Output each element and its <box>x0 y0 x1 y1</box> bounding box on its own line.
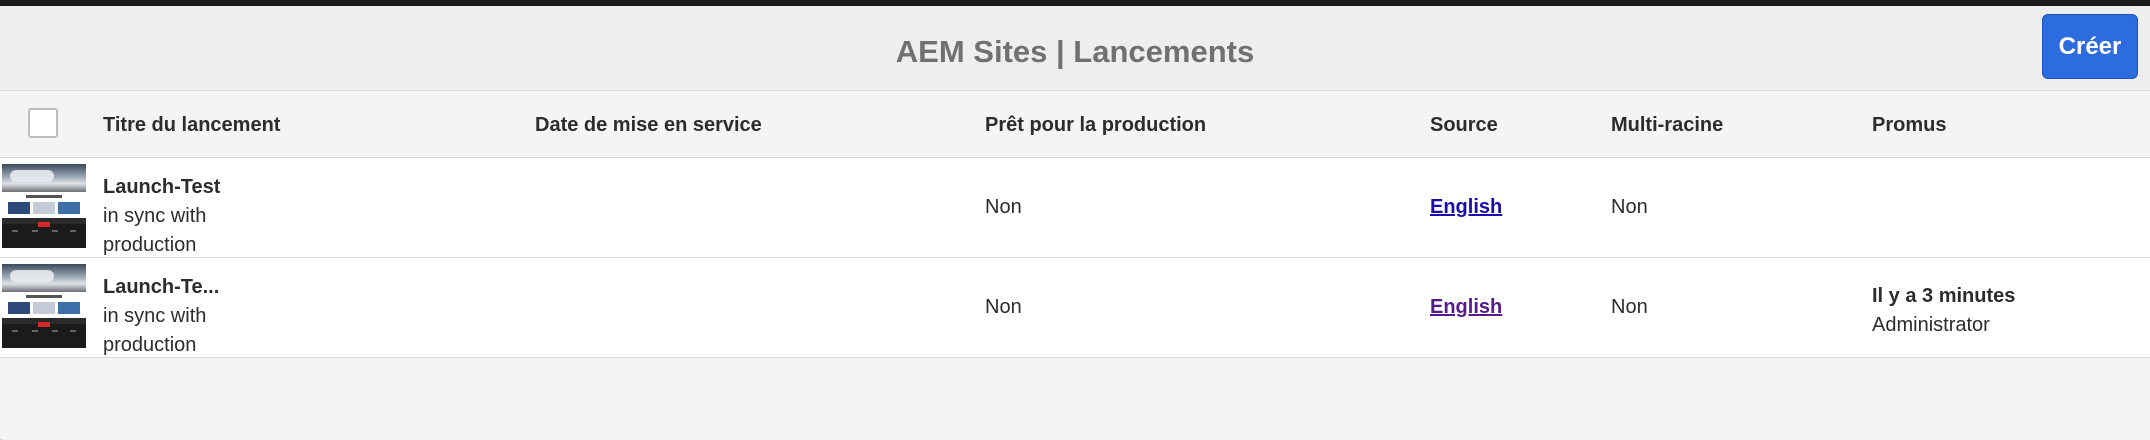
column-header-title[interactable]: Titre du lancement <box>103 114 280 137</box>
launch-name: Launch-Te... <box>103 276 220 298</box>
create-button[interactable]: Créer <box>2042 14 2138 79</box>
multi-root-cell: Non <box>1611 296 1648 318</box>
promoted-by: Administrator <box>1872 314 1990 336</box>
multi-root-cell: Non <box>1611 196 1648 218</box>
empty-table-area <box>0 358 2150 439</box>
column-header-ready-for-production[interactable]: Prêt pour la production <box>985 114 1206 137</box>
promoted-when: Il y a 3 minutes <box>1872 285 2016 307</box>
source-link[interactable]: English <box>1430 296 1502 318</box>
source-cell: English <box>1430 296 1502 319</box>
column-header-live-date[interactable]: Date de mise en service <box>535 114 762 137</box>
table-row[interactable]: Launch-Test in sync with production Non … <box>0 158 2150 258</box>
launch-status: in sync with production <box>103 305 207 356</box>
page-title: AEM Sites | Lancements <box>895 34 1255 69</box>
table-row[interactable]: Launch-Te... in sync with production Non… <box>0 258 2150 358</box>
source-link[interactable]: English <box>1430 196 1502 218</box>
ready-for-production-cell: Non <box>985 296 1022 318</box>
launch-thumbnail <box>2 164 86 248</box>
column-header-multi-root[interactable]: Multi-racine <box>1611 114 1723 137</box>
launches-table: Titre du lancement Date de mise en servi… <box>0 91 2150 439</box>
page-header: AEM Sites | Lancements Créer <box>0 6 2150 91</box>
launch-thumbnail <box>2 264 86 348</box>
ready-for-production-cell: Non <box>985 196 1022 218</box>
launch-status: in sync with production <box>103 205 207 256</box>
launch-title-cell: Launch-Test in sync with production <box>103 173 253 260</box>
launch-title-cell: Launch-Te... in sync with production <box>103 273 253 360</box>
launch-name: Launch-Test <box>103 176 221 198</box>
table-header: Titre du lancement Date de mise en servi… <box>0 91 2150 158</box>
select-all-checkbox[interactable] <box>28 108 58 138</box>
column-header-source[interactable]: Source <box>1430 114 1498 137</box>
source-cell: English <box>1430 196 1502 219</box>
promoted-cell: Il y a 3 minutes Administrator <box>1872 282 2015 340</box>
column-header-promoted[interactable]: Promus <box>1872 114 1946 137</box>
